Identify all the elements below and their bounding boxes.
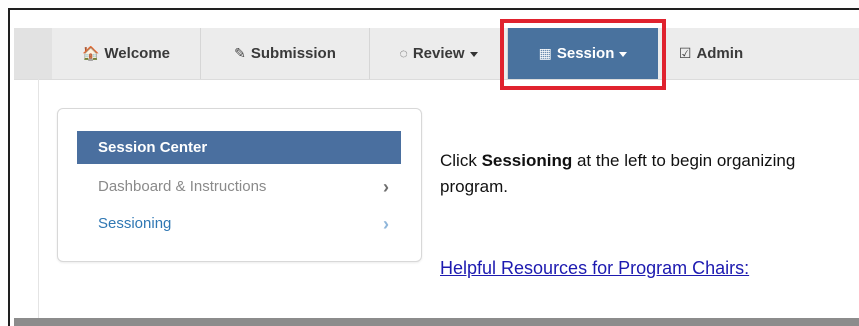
session-tab-highlight-box [500,19,666,90]
chevron-down-icon [469,51,478,57]
left-divider [38,79,39,326]
message-prefix: Click [440,151,482,170]
menu-item-label: Dashboard & Instructions [98,178,267,195]
check-square-icon: ☑ [678,45,692,61]
menu-item-label: Sessioning [98,215,172,232]
tab-welcome[interactable]: 🏠 Welcome [52,28,201,79]
tab-submission[interactable]: ✎ Submission [201,28,370,79]
menu-item-dashboard-instructions[interactable]: Dashboard & Instructions › [98,175,403,199]
tab-submission-label: Submission [250,45,336,62]
instruction-message: Click Sessioning at the left to begin or… [440,148,859,200]
chevron-right-icon: › [383,214,389,234]
home-icon: 🏠 [81,45,100,61]
tab-review[interactable]: ◌ Review [370,28,508,79]
top-navigation: 🏠 Welcome ✎ Submission ◌ Review ▦ Session ☑ A… [14,28,859,80]
comment-icon: ◌ [399,45,408,61]
bottom-bar [14,318,859,326]
tab-welcome-label: Welcome [104,45,171,62]
message-line2: program. [440,177,509,196]
message-suffix: at the left to begin organizing [572,151,796,170]
tab-admin[interactable]: ☑ Admin [658,28,764,79]
session-center-panel: Session Center Dashboard & Instructions … [57,108,422,262]
panel-header: Session Center [77,131,401,164]
tab-admin-label: Admin [696,45,744,62]
helpful-resources-link[interactable]: Helpful Resources for Program Chairs: [440,258,749,279]
chevron-right-icon: › [383,177,389,197]
menu-item-sessioning[interactable]: Sessioning › [98,212,403,236]
nav-gutter [14,28,52,79]
pencil-icon: ✎ [234,45,246,61]
message-bold: Sessioning [481,151,573,170]
tab-review-label: Review [412,45,465,62]
